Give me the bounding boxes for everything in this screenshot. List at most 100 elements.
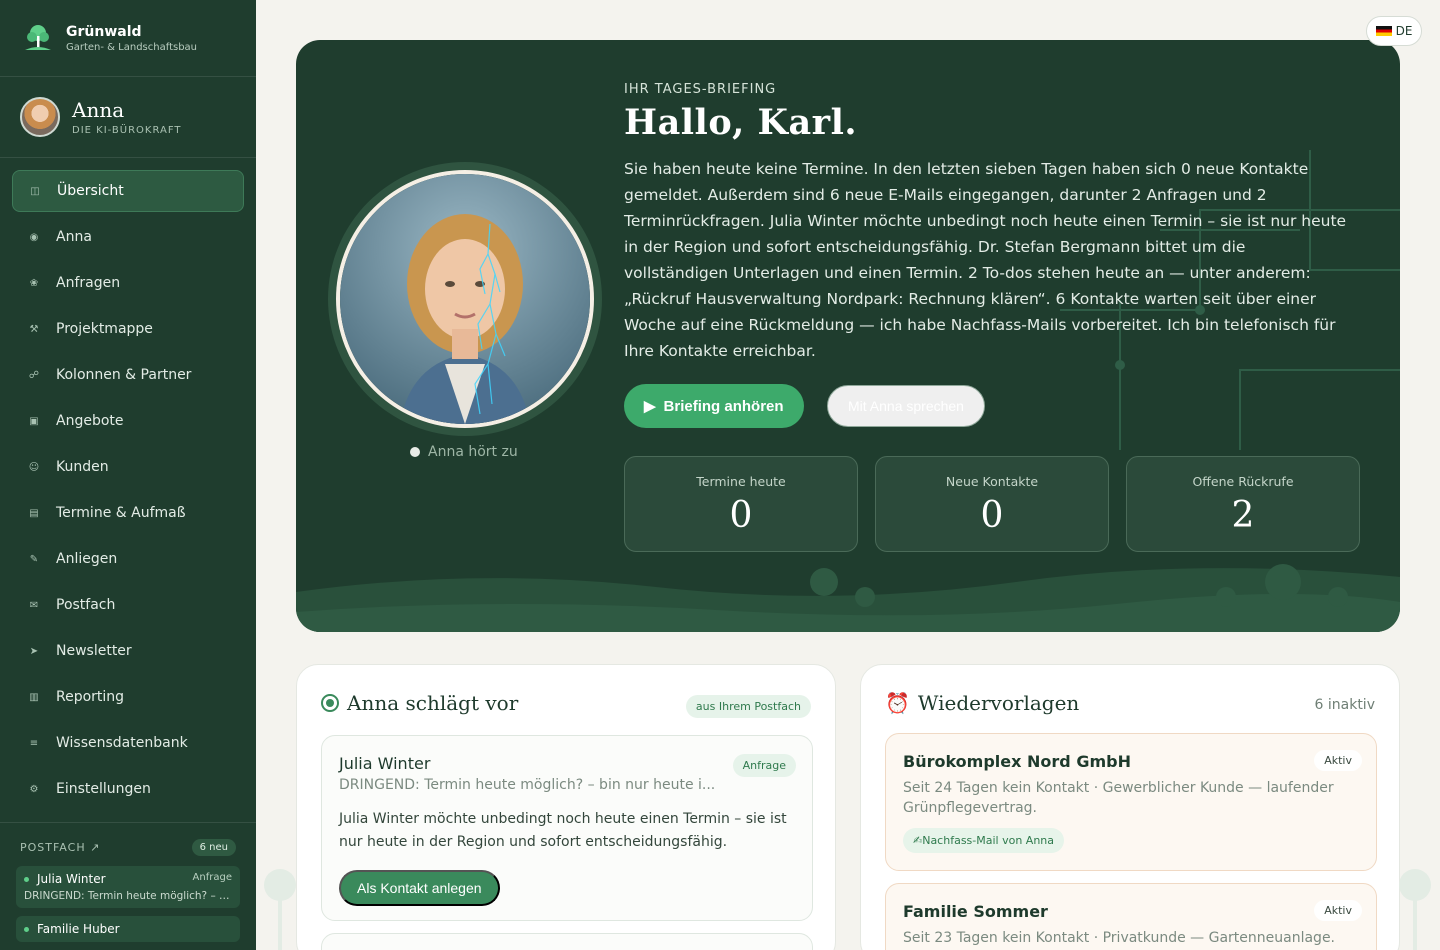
- followups-title: Wiedervorlagen: [917, 691, 1080, 715]
- inbox-item[interactable]: Familie Huber: [16, 916, 240, 942]
- suggestion-item[interactable]: [321, 933, 813, 950]
- customer-icon: ☺: [28, 461, 40, 473]
- sidebar-item-anliegen[interactable]: ✎ Anliegen: [12, 538, 244, 580]
- stat-card-appointments[interactable]: Termine heute 0: [624, 456, 858, 552]
- talk-to-anna-button[interactable]: Mit Anna sprechen: [827, 385, 985, 427]
- greeting-title: Hallo, Karl.: [624, 102, 858, 143]
- inactive-count: 6 inaktiv: [1314, 697, 1375, 713]
- sidebar: Grünwald Garten- & Landschaftsbau Anna D…: [0, 0, 256, 950]
- status-badge: Aktiv: [1314, 750, 1362, 771]
- inbox-title[interactable]: POSTFACH ↗: [20, 841, 100, 854]
- sidebar-item-termine-aufmaß[interactable]: ▤ Termine & Aufmaß: [12, 492, 244, 534]
- brand[interactable]: Grünwald Garten- & Landschaftsbau: [0, 0, 256, 77]
- inbox-item-tag: Anfrage: [192, 872, 232, 883]
- stat-value: 0: [980, 495, 1004, 536]
- inbox-item-sender: Familie Huber: [37, 922, 120, 936]
- inbox-item-subject: DRINGEND: Termin heute möglich? – bin nu…: [24, 890, 232, 902]
- people-icon: ☍: [28, 369, 40, 381]
- sidebar-item-label: Anna: [56, 229, 92, 245]
- sidebar-item-label: Kunden: [56, 459, 109, 475]
- inbox-item[interactable]: Julia Winter Anfrage DRINGEND: Termin he…: [16, 866, 240, 908]
- list-icon: ≡: [29, 737, 39, 749]
- anna-portrait[interactable]: [336, 170, 594, 428]
- suggestions-card: Anna schlägt vor aus Ihrem Postfach Juli…: [296, 664, 836, 950]
- tree-decoration-icon: [264, 869, 296, 950]
- briefing-text: Sie haben heute keine Termine. In den le…: [624, 160, 1347, 360]
- sidebar-item-label: Postfach: [56, 597, 116, 613]
- followups-card: ⏰ Wiedervorlagen 6 inaktiv Bürokomplex N…: [860, 664, 1400, 950]
- sidebar-item-postfach[interactable]: ✉ Postfach: [12, 584, 244, 626]
- followup-name: Bürokomplex Nord GmbH: [903, 752, 1131, 771]
- inbox-count-badge: 6 neu: [191, 839, 236, 856]
- play-briefing-button[interactable]: ▶ Briefing anhören: [624, 384, 804, 428]
- sidebar-item-label: Angebote: [56, 413, 124, 429]
- sidebar-item-label: Reporting: [56, 689, 125, 705]
- suggestion-tag: Anfrage: [732, 754, 796, 777]
- stat-value: 0: [729, 495, 753, 536]
- sidebar-item-kolonnen-partner[interactable]: ☍ Kolonnen & Partner: [12, 354, 244, 396]
- inbox-panel: POSTFACH ↗ 6 neu Julia Winter Anfrage DR…: [0, 822, 256, 950]
- alarm-clock-icon: ⏰: [885, 691, 910, 715]
- dashboard-icon: ◫: [30, 185, 40, 197]
- listening-status: Anna hört zu: [410, 444, 518, 460]
- sidebar-item-wissensdatenbank[interactable]: ≡ Wissensdatenbank: [12, 722, 244, 764]
- sidebar-item-reporting[interactable]: ▥ Reporting: [12, 676, 244, 718]
- sidebar-item-anfragen[interactable]: ❀ Anfragen: [12, 262, 244, 304]
- calendar-icon: ▤: [29, 507, 39, 519]
- play-icon: ▶: [644, 398, 656, 415]
- stat-label: Offene Rückrufe: [1192, 474, 1294, 489]
- suggestions-header: Anna schlägt vor: [321, 691, 518, 715]
- stat-label: Neue Kontakte: [945, 474, 1039, 489]
- create-contact-button[interactable]: Als Kontakt anlegen: [339, 870, 500, 906]
- followup-description: Seit 23 Tagen kein Kontakt · Privatkunde…: [903, 930, 1336, 946]
- language-code: DE: [1395, 24, 1413, 38]
- agent-profile[interactable]: Anna DIE KI-BÜROKRAFT: [0, 77, 256, 158]
- suggestion-item[interactable]: Julia Winter Anfrage DRINGEND: Termin he…: [321, 735, 813, 921]
- stat-value: 2: [1231, 495, 1255, 536]
- sidebar-item-kunden[interactable]: ☺ Kunden: [12, 446, 244, 488]
- sidebar-item-projektmappe[interactable]: ⚒ Projektmappe: [12, 308, 244, 350]
- inbox-item-sender: Julia Winter: [37, 872, 106, 886]
- anna-portrait-image: [340, 174, 590, 424]
- briefing-kicker: IHR TAGES-BRIEFING: [624, 82, 777, 97]
- tree-decoration-icon: [1399, 869, 1431, 950]
- agent-name: Anna: [72, 98, 125, 122]
- avatar: [20, 97, 60, 137]
- tools-icon: ⚒: [29, 323, 39, 335]
- language-switch[interactable]: DE: [1366, 16, 1422, 46]
- sidebar-item-label: Wissensdatenbank: [56, 735, 188, 751]
- sidebar-item-übersicht[interactable]: ◫ Übersicht: [12, 170, 244, 212]
- agent-role: DIE KI-BÜROKRAFT: [72, 125, 182, 136]
- sidebar-item-label: Projektmappe: [56, 321, 153, 337]
- listening-label: Anna hört zu: [428, 444, 518, 460]
- unread-dot-icon: [24, 927, 29, 932]
- sidebar-item-label: Anliegen: [56, 551, 118, 567]
- landscape-decoration: [296, 564, 1400, 632]
- sidebar-item-label: Termine & Aufmaß: [56, 505, 186, 521]
- followup-item[interactable]: Familie Sommer Aktiv Seit 23 Tagen kein …: [885, 883, 1377, 950]
- sidebar-item-einstellungen[interactable]: ⚙ Einstellungen: [12, 768, 244, 810]
- sidebar-item-anna[interactable]: ◉ Anna: [12, 216, 244, 258]
- unread-dot-icon: [24, 877, 29, 882]
- stat-card-callbacks[interactable]: Offene Rückrufe 2: [1126, 456, 1360, 552]
- stat-label: Termine heute: [696, 474, 786, 489]
- followup-description: Seit 24 Tagen kein Kontakt · Gewerbliche…: [903, 780, 1334, 816]
- followup-item[interactable]: Bürokomplex Nord GmbH Aktiv Seit 24 Tage…: [885, 733, 1377, 871]
- sidebar-item-angebote[interactable]: ▣ Angebote: [12, 400, 244, 442]
- followup-mail-badge[interactable]: ✍Nachfass-Mail von Anna: [903, 828, 1065, 853]
- document-icon: ▣: [29, 415, 39, 427]
- german-flag-icon: [1375, 26, 1392, 36]
- suggestion-subject: DRINGEND: Termin heute möglich? – bin nu…: [339, 777, 716, 793]
- status-dot-icon: [410, 447, 420, 457]
- pen-icon: ✎: [29, 553, 39, 565]
- stat-card-new-contacts[interactable]: Neue Kontakte 0: [875, 456, 1109, 552]
- sidebar-item-newsletter[interactable]: ➤ Newsletter: [12, 630, 244, 672]
- brand-name: Grünwald: [66, 23, 142, 40]
- sidebar-item-label: Kolonnen & Partner: [56, 367, 192, 383]
- sidebar-item-label: Einstellungen: [56, 781, 151, 797]
- radio-dot-icon: [321, 694, 339, 712]
- sidebar-item-label: Übersicht: [57, 183, 124, 199]
- brand-subtitle: Garten- & Landschaftsbau: [66, 41, 198, 53]
- chart-icon: ▥: [29, 691, 39, 703]
- daily-briefing-hero: Anna hört zu IHR TAGES-BRIEFING Hallo, K…: [296, 40, 1400, 632]
